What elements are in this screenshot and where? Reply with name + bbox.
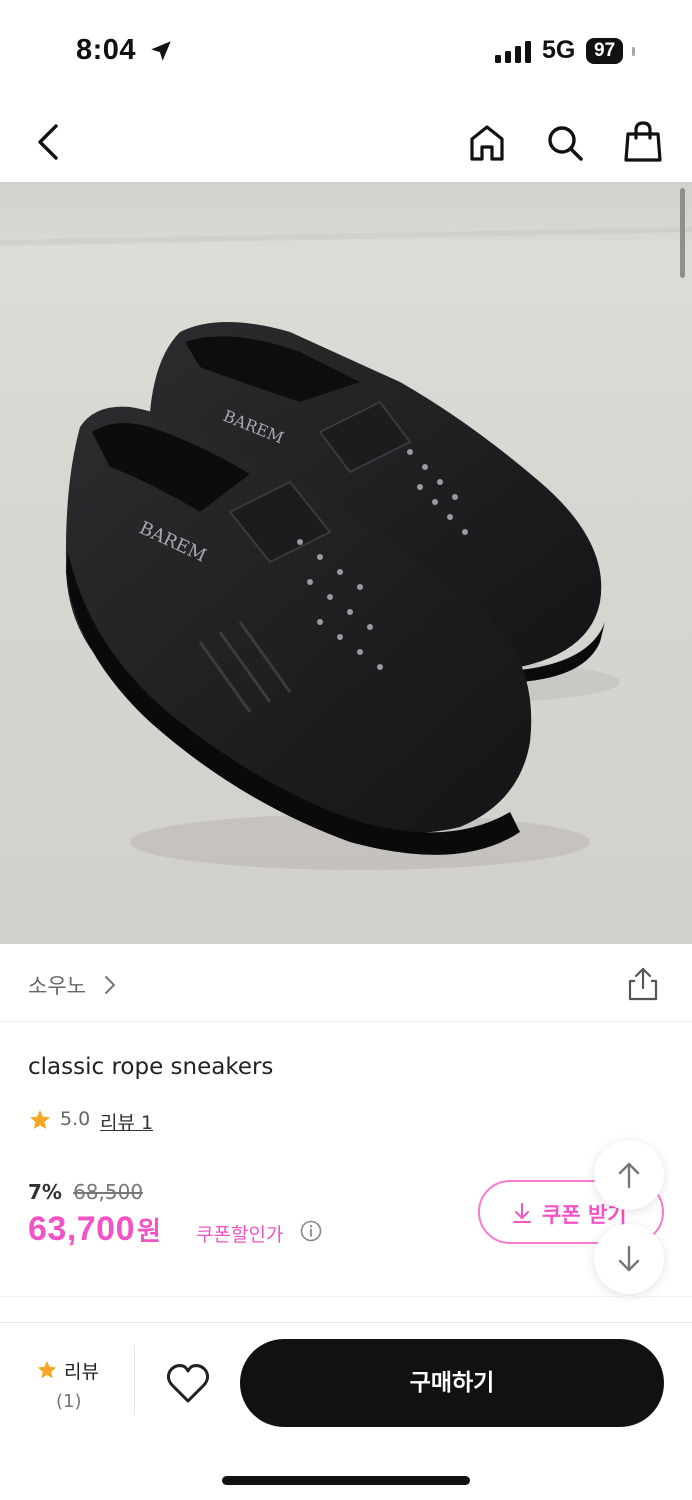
nav-bar [0, 104, 692, 182]
bar-divider [134, 1345, 135, 1415]
back-icon[interactable] [30, 122, 66, 162]
review-count-link[interactable]: 리뷰 1 [100, 1108, 153, 1135]
status-time: 8:04 [76, 34, 137, 66]
search-icon[interactable] [544, 122, 586, 164]
discount-row: 7% 68,500 [28, 1180, 143, 1206]
rating-value: 5.0 [60, 1108, 91, 1130]
share-icon[interactable] [626, 966, 660, 1002]
price-unit: 원 [137, 1217, 161, 1247]
sale-price: 63,700 [28, 1210, 135, 1248]
image-scrollbar[interactable] [680, 188, 685, 278]
brand-name-link[interactable]: 소우노 [28, 970, 86, 1000]
sneakers-photo: BAREM BAREM [0, 182, 692, 870]
coupon-price-label: 쿠폰할인가 [196, 1224, 284, 1246]
review-tab[interactable]: 리뷰 (1) [26, 1353, 108, 1417]
chevron-right-icon[interactable] [102, 974, 118, 996]
original-price: 68,500 [73, 1180, 144, 1204]
arrow-up-icon [618, 1162, 640, 1189]
arrow-down-icon [618, 1245, 640, 1272]
battery-nub [632, 47, 635, 56]
section-divider [0, 1296, 692, 1297]
buy-button[interactable]: 구매하기 [240, 1339, 664, 1427]
discount-rate: 7% [28, 1180, 62, 1204]
network-type: 5G [542, 36, 576, 64]
cellular-signal-icon [495, 41, 531, 63]
review-tab-count: (1) [56, 1391, 82, 1412]
scroll-to-bottom-button[interactable] [594, 1224, 664, 1294]
heart-icon[interactable] [164, 1361, 212, 1407]
star-icon [37, 1360, 57, 1379]
star-icon [30, 1110, 50, 1129]
product-image[interactable]: BAREM BAREM [0, 182, 692, 944]
download-icon [513, 1203, 531, 1223]
scroll-to-top-button[interactable] [594, 1140, 664, 1210]
home-icon[interactable] [466, 122, 508, 164]
shopping-bag-icon[interactable] [622, 120, 664, 164]
bottom-action-bar: 리뷰 (1) 구매하기 [0, 1322, 692, 1500]
product-title: classic rope sneakers [28, 1054, 274, 1080]
info-icon[interactable] [300, 1220, 322, 1242]
brand-row: 소우노 [0, 944, 692, 1022]
review-tab-label: 리뷰 [64, 1361, 99, 1383]
home-indicator[interactable] [222, 1476, 470, 1485]
battery-indicator: 97 [586, 38, 624, 64]
status-bar: 8:04 5G 97 [0, 0, 692, 104]
price-row: 63,700원 [28, 1210, 161, 1254]
location-arrow-icon [151, 41, 171, 61]
